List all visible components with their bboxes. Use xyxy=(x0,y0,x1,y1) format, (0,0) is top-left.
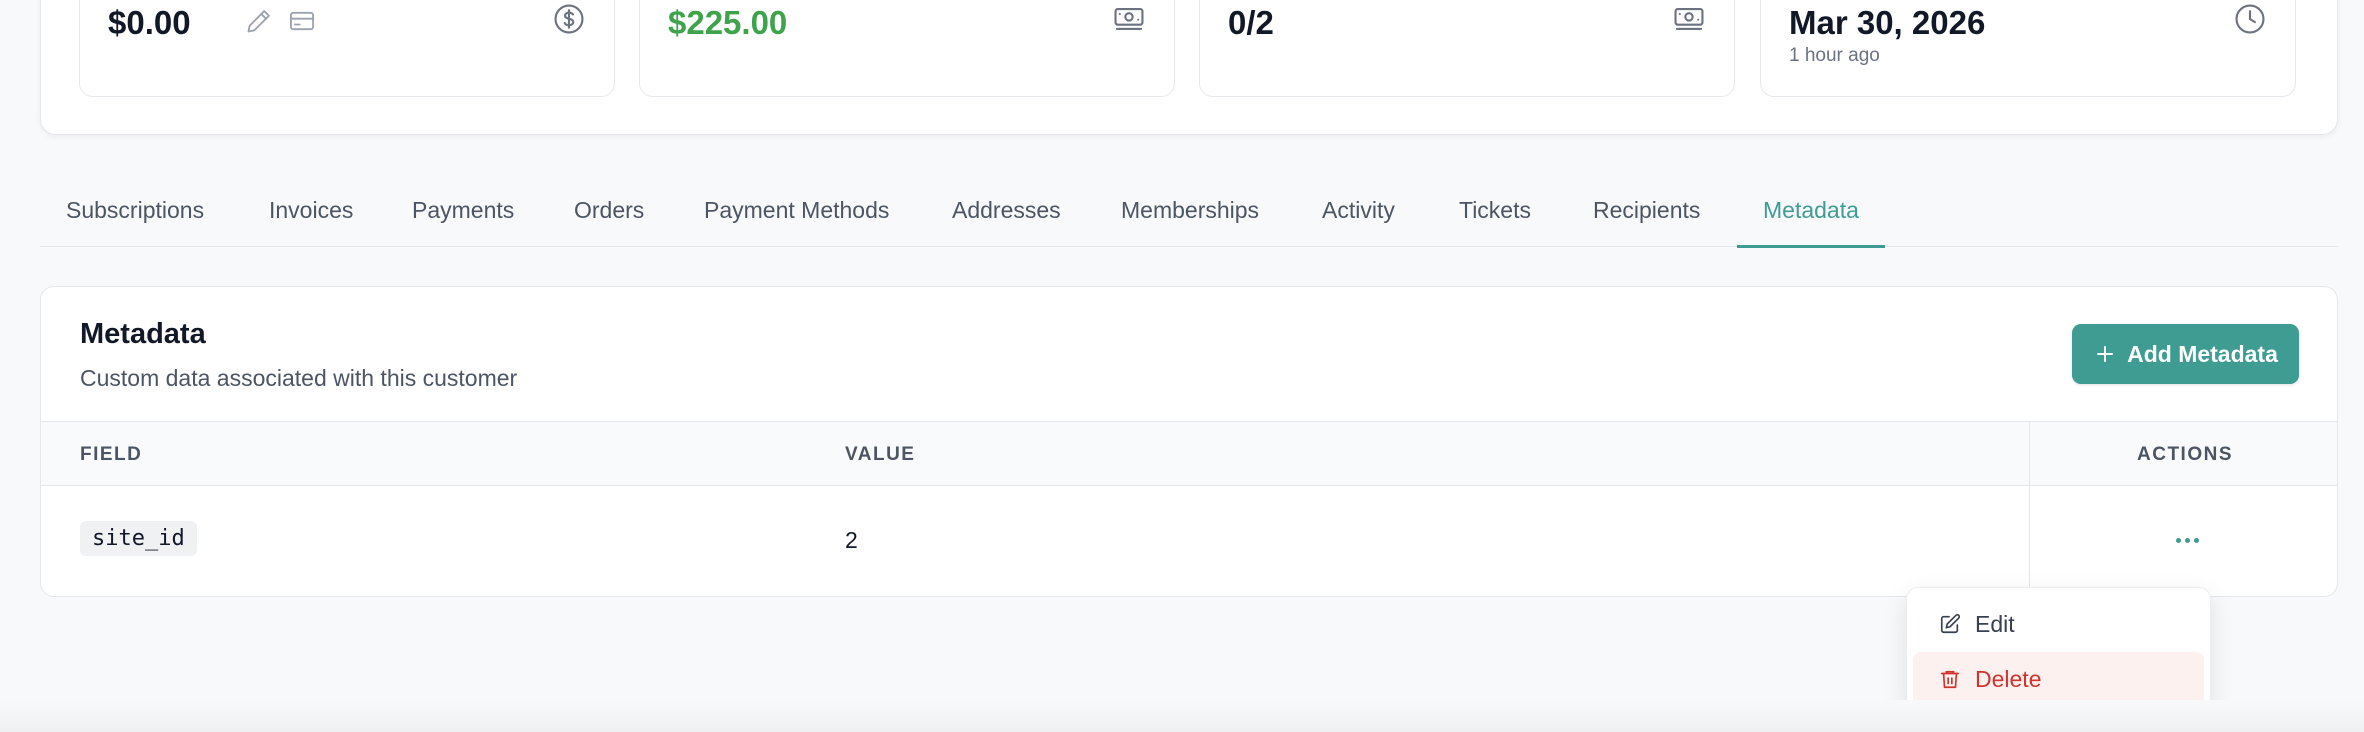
stat-card-balance: $0.00 xyxy=(79,0,615,97)
credit-card-icon[interactable] xyxy=(288,7,316,35)
menu-item-delete[interactable]: Delete xyxy=(1913,652,2204,706)
stat-value: $0.00 xyxy=(108,4,191,41)
tab-tickets[interactable]: Tickets xyxy=(1459,178,1531,247)
tab-subscriptions[interactable]: Subscriptions xyxy=(66,178,204,247)
tab-activity[interactable]: Activity xyxy=(1322,178,1395,247)
table-header: FIELD VALUE ACTIONS xyxy=(41,421,2337,486)
tab-payment-methods[interactable]: Payment Methods xyxy=(704,178,889,247)
menu-item-label: Delete xyxy=(1975,665,2042,692)
tab-bar: Subscriptions Invoices Payments Orders P… xyxy=(40,178,2338,248)
stat-value: $225.00 xyxy=(668,4,788,41)
tab-metadata[interactable]: Metadata xyxy=(1737,178,1885,248)
tab-memberships[interactable]: Memberships xyxy=(1121,178,1259,247)
table-row: site_id 2 xyxy=(41,486,2337,596)
plus-icon xyxy=(2097,346,2114,362)
more-actions-icon[interactable] xyxy=(2167,525,2207,555)
stat-subtext: 1 hour ago xyxy=(1789,45,1880,66)
add-metadata-label: Add Metadata xyxy=(2127,340,2278,367)
banknote-icon xyxy=(1672,2,1706,36)
tab-payments[interactable]: Payments xyxy=(412,178,514,247)
field-value: 2 xyxy=(845,527,858,553)
tab-addresses[interactable]: Addresses xyxy=(952,178,1061,247)
stat-value: 0/2 xyxy=(1228,4,1274,41)
tab-orders[interactable]: Orders xyxy=(574,178,644,247)
pencil-icon[interactable] xyxy=(245,7,273,35)
row-actions-menu: Edit Delete xyxy=(1906,587,2211,714)
trash-icon xyxy=(1940,670,1960,689)
clock-icon xyxy=(2233,2,2267,36)
menu-item-edit[interactable]: Edit xyxy=(1913,597,2204,651)
stats-panel: $0.00 $225.00 0/2 Mar 30, 2026 1 hour ag… xyxy=(40,0,2338,135)
column-header-field: FIELD xyxy=(80,444,143,465)
stat-value: Mar 30, 2026 xyxy=(1789,4,1986,41)
edit-icon xyxy=(1940,613,1961,634)
banknote-icon xyxy=(1112,2,1146,36)
field-name: site_id xyxy=(80,521,197,556)
column-header-value: VALUE xyxy=(845,444,916,465)
section-title: Metadata xyxy=(80,318,206,350)
column-header-actions: ACTIONS xyxy=(2137,444,2233,465)
dollar-circle-icon xyxy=(552,2,586,36)
section-subtitle: Custom data associated with this custome… xyxy=(80,365,518,391)
tab-invoices[interactable]: Invoices xyxy=(269,178,353,247)
stat-card-orders: 0/2 xyxy=(1199,0,1735,97)
bottom-fade xyxy=(0,700,2364,732)
stat-card-last-active: Mar 30, 2026 1 hour ago xyxy=(1760,0,2296,97)
add-metadata-button[interactable]: Add Metadata xyxy=(2072,324,2299,384)
tab-recipients[interactable]: Recipients xyxy=(1593,178,1700,247)
menu-item-label: Edit xyxy=(1975,610,2015,637)
stat-card-total-spent: $225.00 xyxy=(639,0,1175,97)
metadata-card: Metadata Custom data associated with thi… xyxy=(40,286,2338,597)
